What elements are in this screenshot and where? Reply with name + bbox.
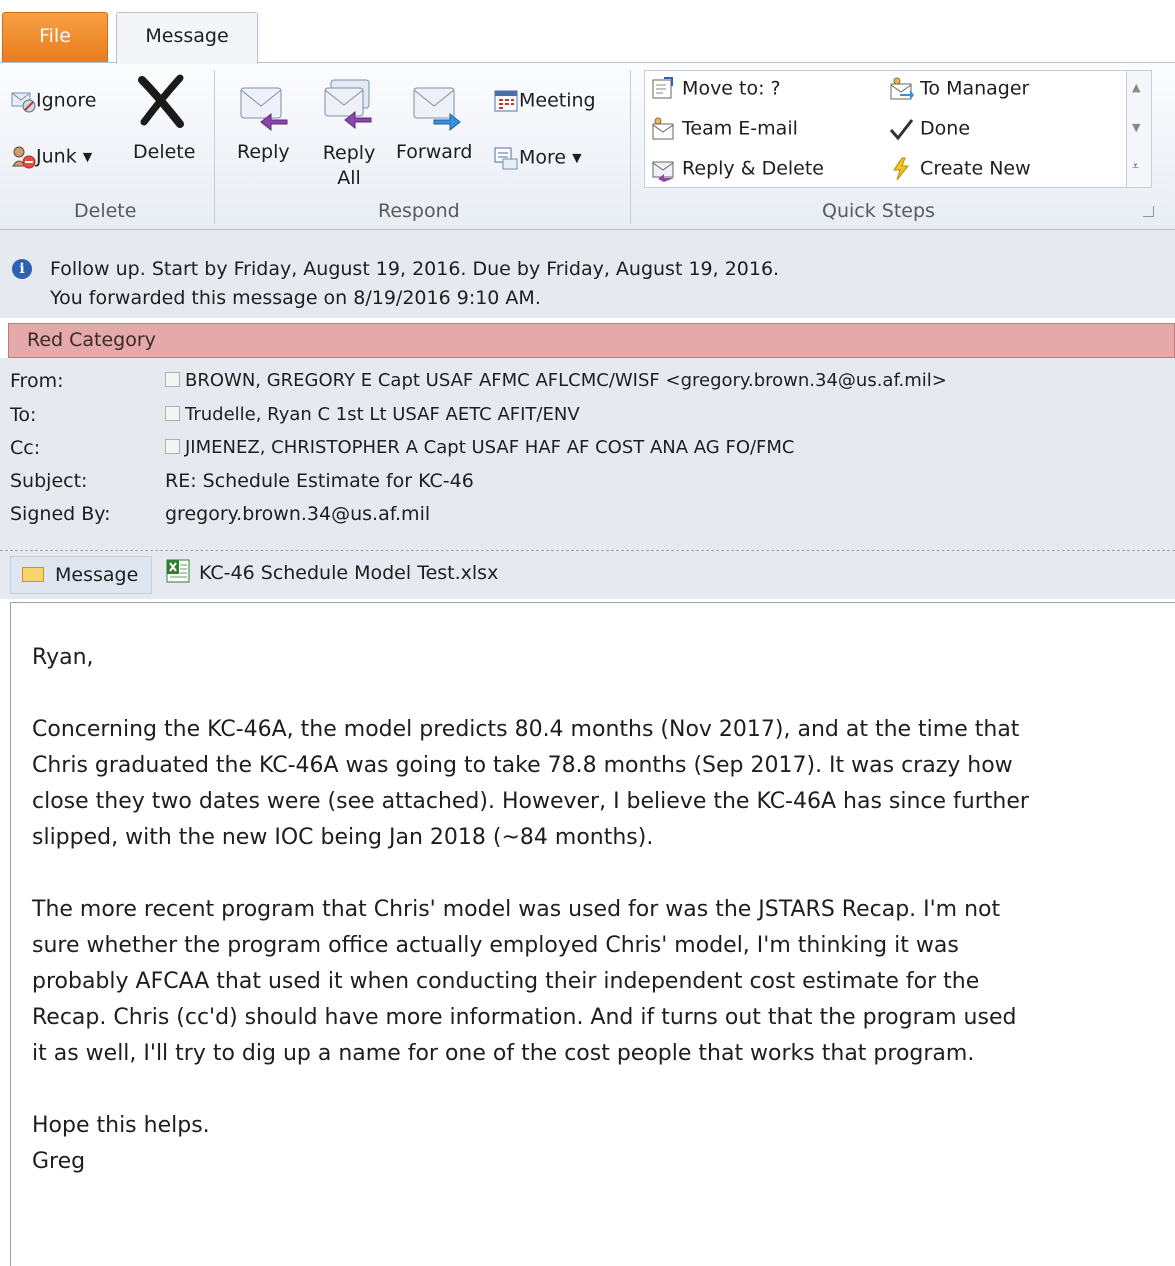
presence-checkbox-icon	[165, 439, 180, 454]
delete-group-label: Delete	[74, 200, 137, 222]
cc-label: Cc:	[10, 437, 41, 459]
reply-label[interactable]: Reply	[237, 141, 290, 163]
quick-step-label: Move to: ?	[682, 77, 781, 100]
reply-all-label-line2: All	[337, 167, 361, 189]
presence-checkbox-icon	[165, 406, 180, 421]
reply-button[interactable]	[237, 78, 291, 136]
junk-button[interactable]: Junk ▾	[10, 144, 92, 170]
closing-line: Hope this helps.	[32, 1113, 210, 1138]
attachment-file[interactable]: KC-46 Schedule Model Test.xlsx	[199, 562, 498, 584]
reply-all-button[interactable]	[321, 76, 375, 134]
reply-delete-icon	[652, 161, 674, 182]
quick-step-label: Team E-mail	[682, 117, 798, 140]
quick-step-label: Done	[920, 117, 971, 140]
from-address: BROWN, GREGORY E Capt USAF AFMC AFLCMC/W…	[185, 370, 947, 391]
quick-step-label: Create New	[920, 157, 1031, 180]
more-respond-icon	[494, 147, 518, 170]
junk-icon	[12, 146, 36, 169]
calendar-icon	[494, 90, 518, 112]
quick-step-team-email[interactable]: Team E-mail	[650, 116, 798, 142]
presence-checkbox-icon	[165, 372, 180, 387]
reply-icon	[240, 87, 288, 132]
meeting-button[interactable]: Meeting	[493, 88, 596, 114]
forward-label[interactable]: Forward	[396, 141, 472, 163]
tab-file[interactable]: File	[2, 12, 108, 62]
quick-step-reply-delete[interactable]: Reply & Delete	[650, 156, 824, 182]
quick-step-label: Reply & Delete	[682, 157, 824, 180]
meeting-label: Meeting	[519, 89, 596, 112]
ignore-icon	[11, 92, 36, 113]
quick-step-done[interactable]: Done	[888, 116, 970, 142]
ignore-label: Ignore	[36, 89, 97, 112]
follow-up-text: Follow up. Start by Friday, August 19, 2…	[50, 258, 780, 280]
more-label: More ▾	[519, 146, 582, 169]
signature: Greg	[32, 1149, 86, 1174]
quick-step-to-manager[interactable]: To Manager	[888, 76, 1029, 102]
envelope-icon	[22, 567, 44, 582]
signed-by-label: Signed By:	[10, 503, 111, 525]
category-bar: Red Category	[8, 323, 1175, 358]
from-value[interactable]: BROWN, GREGORY E Capt USAF AFMC AFLCMC/W…	[165, 370, 947, 391]
to-manager-icon	[890, 77, 914, 100]
greeting: Ryan,	[32, 645, 94, 670]
lightning-icon	[893, 157, 910, 181]
to-label: To:	[10, 404, 37, 426]
delete-label[interactable]: Delete	[133, 141, 195, 163]
info-icon: i	[12, 259, 32, 279]
body-paragraph: The more recent program that Chris' mode…	[32, 897, 1017, 1066]
reply-all-label[interactable]: Reply All	[320, 141, 378, 191]
cc-address: JIMENEZ, CHRISTOPHER A Capt USAF HAF AF …	[185, 437, 795, 458]
more-button[interactable]: More ▾	[493, 145, 582, 171]
move-to-folder-icon	[652, 77, 673, 99]
ignore-button[interactable]: Ignore	[10, 88, 96, 114]
checkmark-icon	[889, 119, 914, 141]
dialog-launcher-icon[interactable]	[1143, 206, 1154, 217]
expand-gallery-icon[interactable]: ⩡	[1132, 159, 1139, 174]
forwarded-text: You forwarded this message on 8/19/2016 …	[50, 287, 541, 309]
reply-all-icon	[324, 79, 372, 130]
subject-value: RE: Schedule Estimate for KC-46	[165, 470, 474, 492]
junk-label: Junk ▾	[36, 145, 93, 168]
forward-icon	[413, 87, 461, 132]
delete-icon	[138, 74, 184, 128]
to-address: Trudelle, Ryan C 1st Lt USAF AETC AFIT/E…	[185, 404, 580, 425]
quick-step-move-to[interactable]: Move to: ?	[650, 76, 781, 102]
scroll-up-icon[interactable]: ▲	[1132, 81, 1140, 94]
cc-value[interactable]: JIMENEZ, CHRISTOPHER A Capt USAF HAF AF …	[165, 437, 795, 458]
respond-group-label: Respond	[378, 200, 460, 222]
delete-button[interactable]	[134, 74, 188, 132]
team-email-icon	[652, 117, 674, 140]
quick-step-label: To Manager	[920, 77, 1030, 100]
group-separator	[630, 70, 631, 224]
info-text: Follow up. Start by Friday, August 19, 2…	[50, 255, 779, 313]
quick-steps-scrollbar[interactable]: ▲ ▼ ⩡	[1126, 70, 1152, 188]
quick-steps-group-label: Quick Steps	[822, 200, 935, 222]
group-separator	[214, 70, 215, 224]
tab-message[interactable]: Message	[116, 12, 258, 64]
to-value[interactable]: Trudelle, Ryan C 1st Lt USAF AETC AFIT/E…	[165, 404, 580, 425]
quick-step-create-new[interactable]: Create New	[888, 156, 1031, 182]
subject-label: Subject:	[10, 470, 88, 492]
scroll-down-icon[interactable]: ▼	[1132, 121, 1140, 134]
signed-by-value[interactable]: gregory.brown.34@us.af.mil	[165, 503, 430, 525]
closing: Hope this helps. Greg	[32, 1108, 1032, 1180]
excel-file-icon	[166, 559, 190, 583]
forward-button[interactable]	[410, 78, 464, 136]
body-paragraph: Concerning the KC-46A, the model predict…	[32, 717, 1029, 850]
from-label: From:	[10, 370, 64, 392]
message-body: Ryan, Concerning the KC-46A, the model p…	[32, 640, 1032, 1180]
reply-all-label-line1: Reply	[322, 142, 376, 164]
